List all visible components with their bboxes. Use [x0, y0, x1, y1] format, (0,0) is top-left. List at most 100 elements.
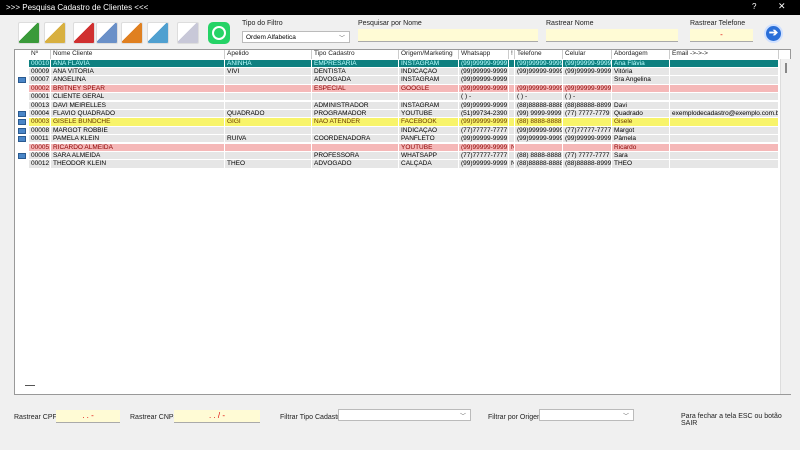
row-indicator: [15, 151, 29, 161]
table-cell: (99)99999-9999: [459, 101, 509, 110]
pesquisar-nome-label: Pesquisar por Nome: [358, 20, 422, 27]
whatsapp-icon[interactable]: [208, 22, 230, 44]
table-cell: (99)99999-9999: [515, 126, 563, 136]
attachment-icon: [18, 152, 26, 159]
table-row[interactable]: 00009 ANA VITÓRIA VIVI DENTISTA INDICAÇÃO (99…: [15, 67, 779, 77]
arrow-right-icon[interactable]: ➔: [764, 24, 783, 43]
row-indicator: [15, 101, 29, 110]
table-cell: Sra Angelina: [612, 76, 670, 85]
table-cell: Pâmela: [612, 135, 670, 144]
column-header[interactable]: Origem/Marketing: [399, 50, 459, 59]
table-cell: [515, 76, 563, 85]
table-row[interactable]: 00001 CLIENTE GERAL( ) -( ) -( ) -: [15, 93, 779, 102]
table-cell: GISELE BUNDCHE: [51, 118, 225, 127]
table-cell: (99)99999-9999: [563, 84, 612, 94]
origem-select[interactable]: ﹀: [539, 409, 634, 421]
column-header[interactable]: Nome Cliente: [51, 50, 225, 59]
rastrear-nome-input[interactable]: [546, 29, 678, 42]
table-cell: Margot: [612, 126, 670, 136]
table-cell: (88)88888-8999: [563, 160, 612, 169]
table-cell: ( ) -: [459, 93, 509, 102]
table-cell: 00012: [29, 160, 51, 169]
table-row[interactable]: 00011 PAMELA KLEIN RUIVA COORDENADORA PANFLE…: [15, 135, 779, 144]
table-row[interactable]: 00002 BRITNEY SPEAR ESPECIAL GOOGLE (99)9999…: [15, 84, 779, 94]
table-row[interactable]: 00005 RICARDO ALMEIDA YOUTUBE (99)99999-999…: [15, 143, 779, 152]
add-icon[interactable]: [18, 22, 40, 44]
image-icon[interactable]: [147, 22, 169, 44]
column-header[interactable]: Telefone: [515, 50, 563, 59]
column-header[interactable]: Email ->->->: [670, 50, 779, 59]
table-cell: PAMELA KLEIN: [51, 135, 225, 144]
cpf-input[interactable]: . . -: [56, 410, 120, 423]
table-cell: [225, 126, 312, 136]
table-cell: (77)77777-7777: [459, 151, 509, 161]
table-row[interactable]: 00013 DAVI MEIRELLES ADMINISTRADOR INSTAGRA…: [15, 101, 779, 110]
attachment-icon: [18, 136, 26, 143]
table-cell: [670, 101, 779, 110]
table-row[interactable]: 00003 GISELE BUNDCHE GIGI NAO ATENDER FACEBO…: [15, 118, 779, 127]
table-cell: (99)99999-9999: [515, 67, 563, 77]
pesquisar-nome-input[interactable]: [358, 29, 538, 42]
tipo-cadastro-select[interactable]: ﹀: [338, 409, 471, 421]
column-header[interactable]: Apelido: [225, 50, 312, 59]
edit-icon[interactable]: [44, 22, 66, 44]
column-header[interactable]: Nº: [29, 50, 51, 59]
table-cell: (99)99999-9999: [459, 160, 509, 169]
table-cell: ANA FLAVIA: [51, 59, 225, 68]
table-cell: RICARDO ALMEIDA: [51, 143, 225, 152]
table-cell: FACEBOOK: [399, 118, 459, 127]
column-header[interactable]: Tipo Cadastro: [312, 50, 399, 59]
print-icon[interactable]: [96, 22, 118, 44]
table-cell: (99)99999-9999: [515, 84, 563, 94]
table-cell: INSTAGRAM: [399, 59, 459, 68]
delete-icon[interactable]: [73, 22, 95, 44]
close-hint: Para fechar a tela ESC ou botão SAIR: [681, 413, 782, 427]
rastrear-telefone-input[interactable]: -: [690, 29, 753, 42]
tipo-cadastro-label: Filtrar Tipo Cadastro: [280, 414, 344, 421]
table-cell: (77)77777-7777: [563, 126, 612, 136]
table-cell: 00005: [29, 143, 51, 152]
table-row[interactable]: 00004 FLAVIO QUADRADO QUADRADO PROGRAMADOR Y…: [15, 109, 779, 119]
clients-grid: Nº Nome Cliente Apelido Tipo Cadastro Origem…: [14, 49, 791, 395]
table-row[interactable]: 00010 ANA FLAVIA ANINHA EMPRESARIA INSTAGRAM…: [15, 59, 779, 68]
table-cell: [670, 76, 779, 85]
table-row[interactable]: 00006 SARA ALMEIDA PROFESSORA WHATSAPP (77)7…: [15, 151, 779, 161]
table-row[interactable]: 00007 ANGELINA ADVOGADA INSTAGRAM (99)99999-…: [15, 76, 779, 85]
export-icon[interactable]: [121, 22, 143, 44]
table-cell: WHATSAPP: [399, 151, 459, 161]
help-button[interactable]: ?: [752, 2, 756, 11]
table-row[interactable]: 00012 THEODOR KLEIN THEO ADVOGADO CALÇADA (99…: [15, 160, 779, 169]
table-cell: ADVOGADA: [312, 76, 399, 85]
cnpj-input[interactable]: . . / -: [174, 410, 260, 423]
table-cell: [563, 143, 612, 152]
vertical-scrollbar[interactable]: [780, 59, 791, 394]
attachment-icon: [18, 77, 26, 84]
table-cell: Quadrado: [612, 109, 670, 119]
attachment-icon: [18, 119, 26, 126]
horizontal-scroll-thumb[interactable]: [25, 385, 35, 386]
attachment-icon: [18, 127, 26, 134]
table-cell: YOUTUBE: [399, 143, 459, 152]
rastrear-telefone-label: Rastrear Telefone: [690, 20, 746, 27]
table-cell: (99) 9999-9999: [515, 109, 563, 119]
table-cell: [670, 118, 779, 127]
table-cell: ANINHA: [225, 59, 312, 68]
chevron-down-icon: ﹀: [622, 414, 629, 420]
column-header[interactable]: Celular: [563, 50, 612, 59]
tipo-filtro-select[interactable]: Ordem Alfabetica ﹀: [242, 31, 350, 43]
table-cell: INDICAÇÃO: [399, 126, 459, 136]
table-cell: 00004: [29, 109, 51, 119]
column-header[interactable]: Abordagem: [612, 50, 670, 59]
table-cell: 00001: [29, 93, 51, 102]
row-indicator: [15, 109, 29, 119]
close-button[interactable]: ✕: [778, 1, 786, 12]
tipo-filtro-value: Ordem Alfabetica: [246, 34, 296, 41]
table-row[interactable]: 00008 MARGOT ROBBIE INDICAÇÃO (77)77777-777…: [15, 126, 779, 136]
row-indicator: [15, 93, 29, 102]
email-icon[interactable]: [177, 22, 199, 44]
table-cell: ANA VITÓRIA: [51, 67, 225, 77]
table-cell: [225, 143, 312, 152]
scroll-thumb[interactable]: [785, 63, 787, 73]
table-cell: (99)99999-9999: [563, 59, 612, 68]
column-header[interactable]: Whatsapp: [459, 50, 509, 59]
